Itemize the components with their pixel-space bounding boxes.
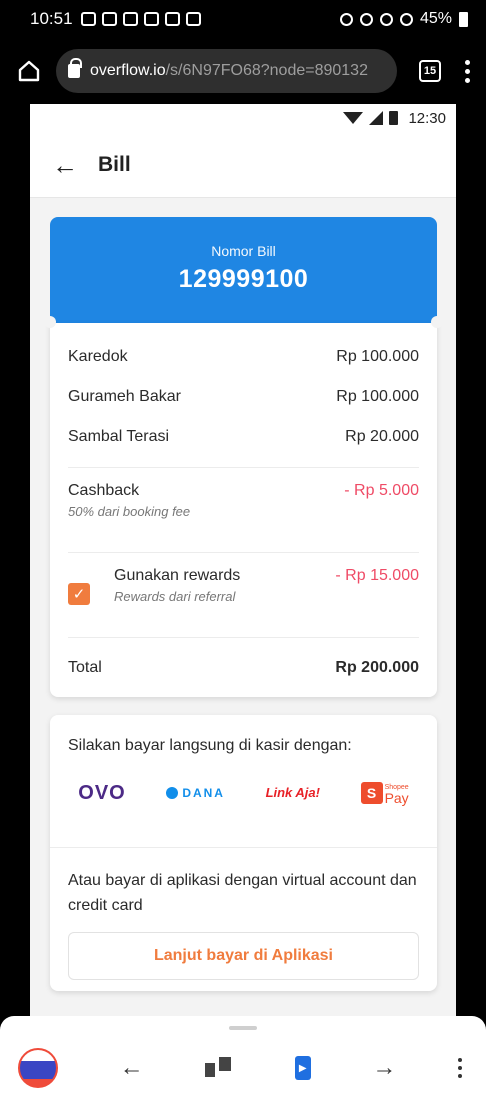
total-value: Rp 200.000 — [335, 659, 419, 676]
card-notch-right — [431, 316, 443, 328]
browser-menu-button[interactable] — [465, 59, 470, 83]
dana-logo: DANA — [166, 786, 225, 800]
bill-number-label: Nomor Bill — [211, 243, 276, 259]
phone-status-bar: 10:51 45% — [0, 0, 486, 38]
tab-switcher-button[interactable]: 15 — [419, 60, 441, 82]
system-icons: 45% — [339, 10, 468, 28]
message-icon — [80, 12, 96, 26]
rewards-label: Gunakan rewards — [114, 567, 241, 584]
total-label: Total — [68, 659, 102, 676]
notification-icons — [80, 12, 201, 26]
item-name: Gurameh Bakar — [68, 388, 181, 405]
rewards-note: Rewards dari referral — [114, 589, 236, 604]
alarm-icon — [339, 12, 353, 26]
rewards-value: - Rp 15.000 — [335, 567, 419, 584]
pay-in-app-button[interactable]: Lanjut bayar di Aplikasi — [68, 932, 419, 980]
phone-time: 10:51 — [30, 9, 73, 28]
item-price: Rp 20.000 — [345, 428, 419, 445]
cell-signal-icon — [369, 111, 384, 125]
payment-logos: OVO DANA Link Aja! S Shopee Pay — [50, 763, 437, 823]
back-arrow-icon[interactable]: ← — [52, 152, 78, 178]
bill-number-panel: Nomor Bill 129999100 — [50, 217, 437, 323]
home-button[interactable] — [16, 58, 42, 84]
bill-item-row: Sambal Terasi Rp 20.000 — [68, 417, 419, 457]
shopeepay-logo: S Shopee Pay — [360, 782, 409, 805]
wifi-icon — [343, 112, 364, 124]
drag-handle[interactable] — [229, 1026, 257, 1030]
item-name: Sambal Terasi — [68, 428, 170, 445]
item-price: Rp 100.000 — [336, 348, 419, 365]
card-notch-left — [44, 316, 56, 328]
browser-logo-icon[interactable] — [18, 1048, 58, 1088]
forward-icon[interactable]: → — [372, 1054, 396, 1082]
cashback-label: Cashback — [68, 482, 140, 499]
back-icon[interactable]: ← — [120, 1054, 144, 1082]
more-menu-icon[interactable] — [457, 1058, 462, 1078]
app-status-bar: 12:30 — [30, 104, 456, 132]
total-row: Total Rp 200.000 — [68, 638, 419, 698]
bill-details-card: Karedok Rp 100.000 Gurameh Bakar Rp 100.… — [50, 323, 437, 697]
url-host: overflow.io — [90, 62, 166, 79]
browser-toolbar: overflow.io/s/6N97FO68?node=890132 15 — [0, 38, 486, 104]
signal-icon — [399, 12, 413, 26]
linkaja-logo: Link Aja! — [265, 785, 320, 800]
instagram-icon-2 — [143, 12, 159, 26]
app-time: 12:30 — [408, 109, 446, 127]
lock-icon — [68, 58, 82, 78]
bill-item-row: Gurameh Bakar Rp 100.000 — [68, 377, 419, 417]
home-icon — [18, 60, 40, 82]
cashback-note: 50% dari booking fee — [68, 504, 191, 519]
mute-icon — [379, 12, 393, 26]
check-icon: ✓ — [72, 586, 86, 603]
url-bar[interactable]: overflow.io/s/6N97FO68?node=890132 — [56, 49, 397, 93]
cashback-row: Cashback - Rp 5.000 50% dari booking fee — [68, 468, 419, 552]
video-player-icon[interactable]: ▶ — [294, 1056, 311, 1080]
shopee-bag-icon: S — [360, 782, 383, 804]
browser-bottom-bar: ← ▶ → — [0, 1016, 486, 1094]
page-title: Bill — [98, 152, 131, 176]
gallery-icon — [185, 12, 201, 26]
cashback-value: - Rp 5.000 — [344, 482, 419, 499]
battery-icon — [459, 11, 468, 27]
payment-card: Silakan bayar langsung di kasir dengan: … — [50, 715, 437, 991]
item-name: Karedok — [68, 348, 128, 365]
instagram-icon — [122, 12, 138, 26]
app-viewport: 12:30 ← Bill Nomor Bill 129999100 Karedo… — [30, 104, 456, 1016]
app-header: ← Bill — [30, 132, 456, 198]
url-path: /s/6N97FO68?node=890132 — [165, 62, 368, 79]
battery-icon — [389, 111, 399, 125]
twitter-icon — [164, 12, 180, 26]
item-price: Rp 100.000 — [336, 388, 419, 405]
rewards-row: ✓ Gunakan rewards - Rp 15.000 Rewards da… — [68, 553, 419, 637]
youtube-icon — [101, 12, 117, 26]
tabs-icon[interactable] — [205, 1057, 233, 1079]
ovo-logo: OVO — [78, 781, 126, 804]
payment-title: Silakan bayar langsung di kasir dengan: — [68, 737, 352, 754]
dana-dot-icon — [166, 787, 179, 799]
battery-percent: 45% — [419, 10, 452, 27]
app-payment-text: Atau bayar di aplikasi dengan virtual ac… — [68, 872, 417, 914]
bill-item-row: Karedok Rp 100.000 — [68, 337, 419, 377]
bluetooth-icon — [359, 12, 373, 26]
rewards-checkbox[interactable]: ✓ — [68, 583, 90, 605]
bill-number: 129999100 — [178, 265, 309, 293]
